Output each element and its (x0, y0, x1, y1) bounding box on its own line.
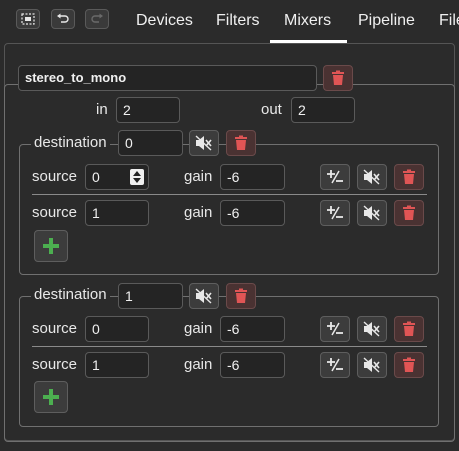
speaker-muted-icon (363, 205, 380, 221)
add-source-button[interactable] (34, 230, 68, 262)
channels-in-field[interactable]: 2 (116, 97, 180, 123)
source-label: source (32, 204, 78, 221)
gain-field[interactable]: -6 (220, 316, 285, 342)
tab-filters[interactable]: Filters (216, 12, 260, 30)
invert-source-button[interactable] (320, 200, 350, 226)
trash-icon (403, 357, 415, 372)
gain-field[interactable]: -6 (220, 352, 285, 378)
spinner-icon[interactable] (130, 169, 144, 185)
trash-icon (403, 205, 415, 220)
source-value: 0 (92, 169, 100, 185)
gain-label: gain (184, 320, 213, 337)
tab-pipeline[interactable]: Pipeline (358, 12, 415, 30)
invert-source-button[interactable] (320, 352, 350, 378)
plus-minus-icon (327, 170, 343, 184)
source-label: source (32, 356, 78, 373)
source-field[interactable]: 1 (85, 200, 149, 226)
undo-button[interactable] (51, 9, 75, 29)
add-source-button[interactable] (34, 381, 68, 413)
tab-files[interactable]: File (439, 12, 459, 30)
source-separator (32, 346, 427, 347)
channels-out-field[interactable]: 2 (291, 97, 355, 123)
destination-field[interactable]: 0 (118, 130, 183, 156)
plus-icon (43, 238, 59, 254)
select-region-button[interactable] (16, 9, 40, 29)
delete-source-button[interactable] (394, 352, 424, 378)
source-field[interactable]: 0 (85, 316, 149, 342)
mute-source-button[interactable] (357, 200, 387, 226)
source-label: source (32, 168, 78, 185)
source-label: source (32, 320, 78, 337)
mute-destination-button[interactable] (189, 283, 219, 309)
delete-source-button[interactable] (394, 316, 424, 342)
mute-source-button[interactable] (357, 164, 387, 190)
undo-icon (57, 13, 69, 23)
gain-field[interactable]: -6 (220, 200, 285, 226)
speaker-muted-icon (363, 321, 380, 337)
trash-icon (403, 321, 415, 336)
delete-source-button[interactable] (394, 164, 424, 190)
gain-label: gain (184, 356, 213, 373)
trash-icon (235, 288, 247, 303)
destination-field[interactable]: 1 (118, 283, 183, 309)
gain-label: gain (184, 204, 213, 221)
source-field[interactable]: 1 (85, 352, 149, 378)
trash-icon (403, 169, 415, 184)
mute-source-button[interactable] (357, 316, 387, 342)
trash-icon (332, 70, 344, 85)
mixer-name-field[interactable]: stereo_to_mono (18, 65, 317, 91)
redo-icon (91, 13, 103, 23)
invert-source-button[interactable] (320, 316, 350, 342)
source-field[interactable]: 0 (85, 164, 149, 190)
invert-source-button[interactable] (320, 164, 350, 190)
out-label: out (261, 101, 282, 118)
speaker-muted-icon (363, 357, 380, 373)
plus-minus-icon (327, 322, 343, 336)
destination-label: destination (31, 286, 110, 303)
plus-minus-icon (327, 358, 343, 372)
gain-field[interactable]: -6 (220, 164, 285, 190)
delete-source-button[interactable] (394, 200, 424, 226)
plus-minus-icon (327, 206, 343, 220)
speaker-muted-icon (363, 169, 380, 185)
speaker-muted-icon (195, 288, 212, 304)
speaker-muted-icon (195, 135, 212, 151)
destination-label: destination (31, 134, 110, 151)
in-label: in (96, 101, 108, 118)
redo-button[interactable] (85, 9, 109, 29)
delete-destination-button[interactable] (226, 283, 256, 309)
mute-destination-button[interactable] (189, 130, 219, 156)
gain-label: gain (184, 168, 213, 185)
tab-devices[interactable]: Devices (136, 12, 193, 30)
select-region-icon (21, 13, 35, 25)
mute-source-button[interactable] (357, 352, 387, 378)
plus-icon (43, 389, 59, 405)
trash-icon (235, 135, 247, 150)
delete-destination-button[interactable] (226, 130, 256, 156)
delete-mixer-button[interactable] (323, 65, 353, 91)
tab-mixers[interactable]: Mixers (284, 12, 331, 30)
source-separator (32, 194, 427, 195)
top-bar: Devices Filters Mixers Pipeline File (0, 0, 459, 44)
